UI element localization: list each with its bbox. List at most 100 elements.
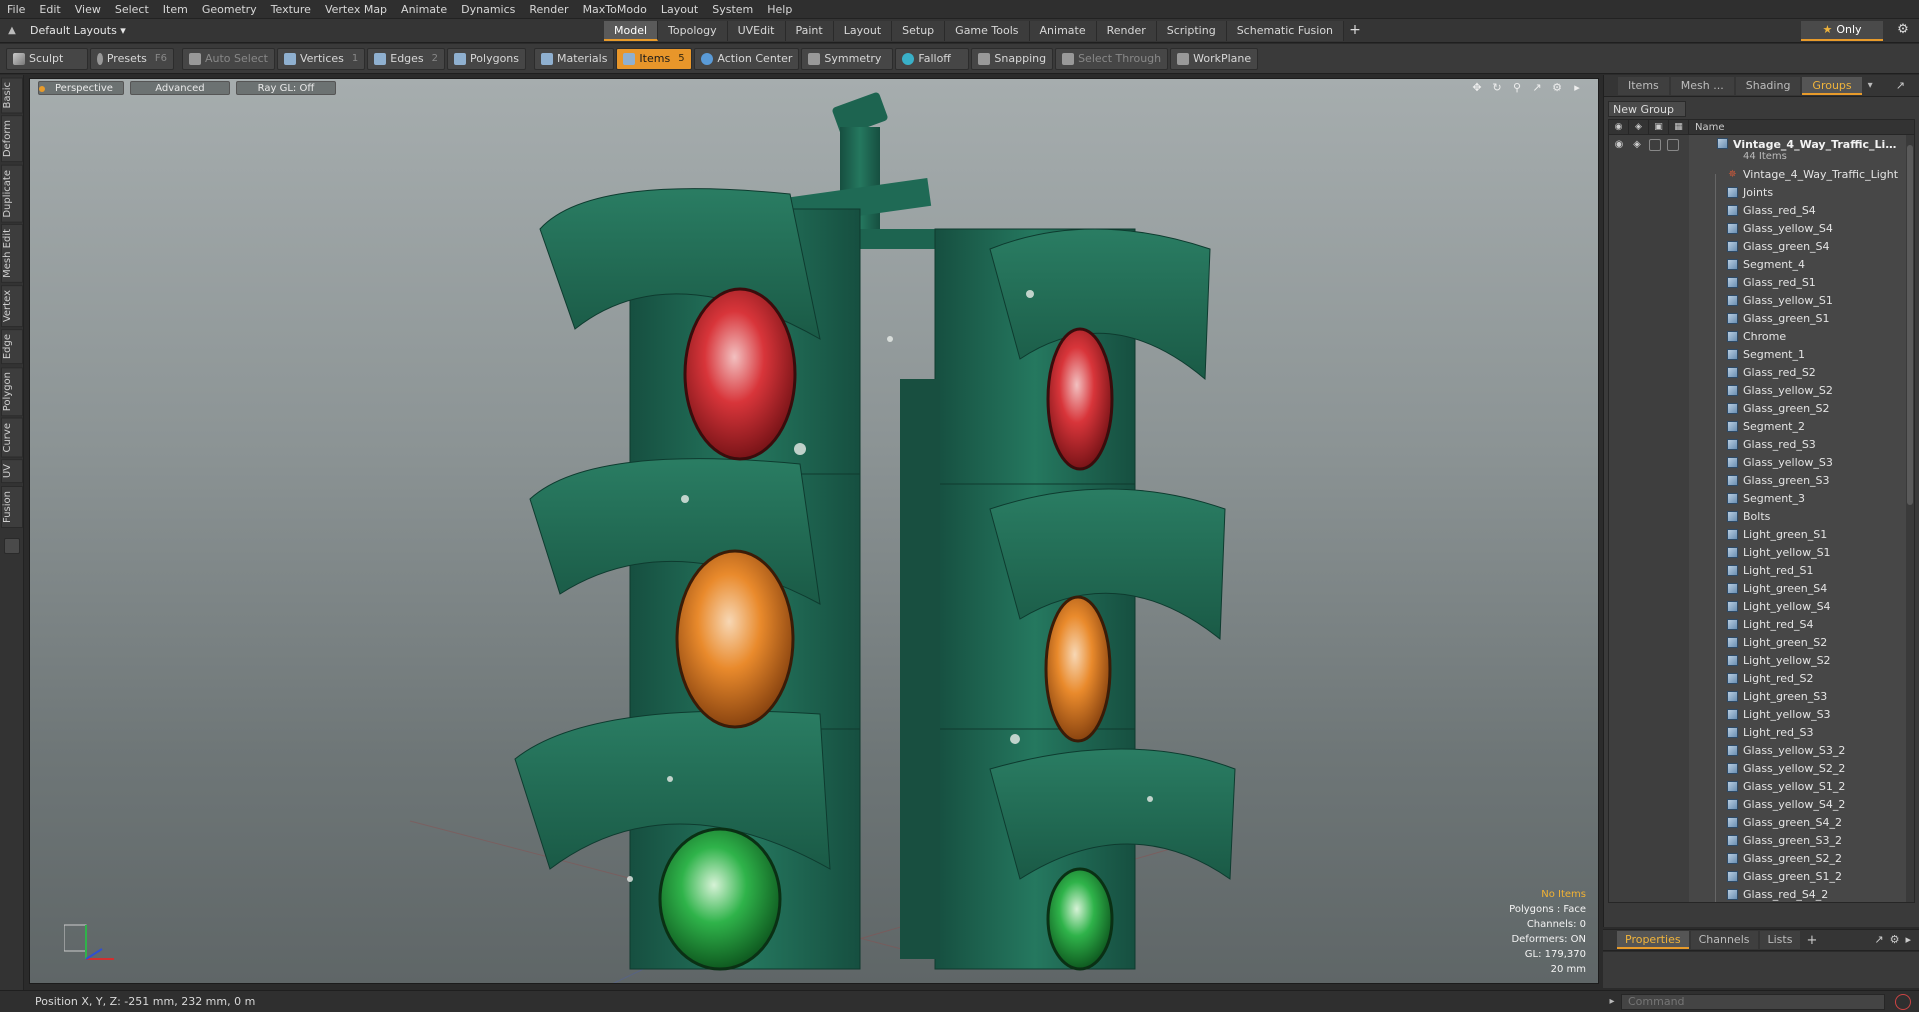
left-tab-fusion[interactable]: Fusion — [1, 485, 23, 528]
list-item[interactable]: Light_green_S2 — [1609, 633, 1914, 660]
list-item[interactable]: Glass_green_S3 — [1609, 471, 1914, 498]
list-item[interactable]: Light_yellow_S3 — [1609, 705, 1914, 732]
menu-animate[interactable]: Animate — [394, 0, 454, 19]
list-item[interactable]: Joints — [1609, 183, 1914, 210]
list-item[interactable]: Glass_red_S2 — [1609, 363, 1914, 390]
list-item[interactable]: Glass_green_S4_2 — [1609, 813, 1914, 840]
list-item[interactable]: Glass_yellow_S2 — [1609, 381, 1914, 408]
left-tab-deform[interactable]: Deform — [1, 115, 23, 163]
menu-file[interactable]: File — [0, 0, 32, 19]
select-col-icon[interactable]: ▦ — [1669, 120, 1689, 134]
tabs-more-icon[interactable]: ▾ — [1868, 80, 1873, 91]
list-item[interactable]: Light_yellow_S2 — [1609, 651, 1914, 678]
list-item[interactable]: Bolts — [1609, 507, 1914, 534]
group-row[interactable]: ◉ ◈ Vintage_4_Way_Traffic_Lig... 44 Item… — [1609, 135, 1914, 165]
lock-checkbox[interactable] — [1649, 139, 1661, 151]
lock-col-icon[interactable]: ▣ — [1649, 120, 1669, 134]
list-item[interactable]: Glass_red_S4_2 — [1609, 885, 1914, 902]
list-item[interactable]: Glass_red_S1 — [1609, 273, 1914, 300]
fit-icon[interactable]: ↗ — [1530, 81, 1544, 95]
list-item[interactable]: Light_yellow_S4 — [1609, 597, 1914, 624]
scroll-thumb[interactable] — [1907, 145, 1913, 505]
left-tab-basic[interactable]: Basic — [1, 77, 23, 114]
list-item[interactable]: Chrome — [1609, 327, 1914, 354]
list-item[interactable]: Glass_green_S1 — [1609, 309, 1914, 336]
list-item[interactable]: Glass_yellow_S3_2 — [1609, 741, 1914, 768]
tab-setup[interactable]: Setup — [892, 21, 946, 41]
tab-schematic-fusion[interactable]: Schematic Fusion — [1226, 21, 1345, 41]
left-bar-toggle[interactable] — [4, 537, 20, 554]
sculpt-button[interactable]: Sculpt — [6, 47, 88, 70]
list-item[interactable]: Segment_4 — [1609, 255, 1914, 282]
menu-system[interactable]: System — [705, 0, 760, 19]
name-column-header[interactable]: Name — [1689, 122, 1725, 133]
group-list-scrollbar[interactable] — [1906, 135, 1914, 902]
gear-icon[interactable]: ⚙ — [1895, 22, 1911, 38]
menu-layout[interactable]: Layout — [654, 0, 705, 19]
rtab-shading[interactable]: Shading — [1735, 76, 1801, 95]
new-group-button[interactable]: New Group — [1608, 101, 1686, 117]
list-item[interactable]: Glass_green_S1_2 — [1609, 867, 1914, 894]
rtab-items[interactable]: Items — [1618, 76, 1669, 95]
menu-vertex-map[interactable]: Vertex Map — [318, 0, 394, 19]
visibility-col-icon[interactable]: ◉ — [1609, 120, 1629, 134]
items-button[interactable]: Items 5 — [616, 47, 693, 70]
command-input[interactable] — [1621, 993, 1885, 1010]
list-item[interactable]: Light_green_S3 — [1609, 687, 1914, 714]
left-tab-mesh-edit[interactable]: Mesh Edit — [1, 224, 23, 284]
list-item[interactable]: Glass_green_S2_2 — [1609, 849, 1914, 876]
list-item[interactable]: Glass_yellow_S3 — [1609, 453, 1914, 480]
tab-paint[interactable]: Paint — [785, 21, 834, 41]
left-tab-polygon[interactable]: Polygon — [1, 366, 23, 416]
viewport-more-icon[interactable]: ▸ — [1570, 81, 1584, 95]
list-item[interactable]: Glass_yellow_S1_2 — [1609, 777, 1914, 804]
expand-properties-icon[interactable]: ↗ — [1874, 933, 1883, 946]
view-mode-dropdown[interactable]: Perspective — [38, 81, 124, 95]
list-item[interactable]: Glass_red_S4 — [1609, 201, 1914, 228]
menu-render[interactable]: Render — [522, 0, 575, 19]
left-tab-edge[interactable]: Edge — [1, 329, 23, 365]
render-col-icon[interactable]: ◈ — [1629, 120, 1649, 134]
list-item[interactable]: Segment_1 — [1609, 345, 1914, 372]
btab-properties[interactable]: Properties — [1617, 931, 1689, 949]
record-icon[interactable] — [1895, 993, 1911, 1010]
menu-item[interactable]: Item — [156, 0, 195, 19]
list-item[interactable]: Light_red_S2 — [1609, 669, 1914, 696]
materials-button[interactable]: Materials — [534, 47, 615, 70]
snapping-button[interactable]: Snapping — [971, 47, 1054, 70]
layout-dropdown[interactable]: Default Layouts ▾ — [24, 24, 132, 37]
menu-texture[interactable]: Texture — [264, 0, 318, 19]
symmetry-button[interactable]: Symmetry — [801, 47, 894, 70]
eye-icon[interactable]: ◉ — [1613, 139, 1625, 151]
list-item[interactable]: Glass_green_S2 — [1609, 399, 1914, 426]
list-item[interactable]: Segment_2 — [1609, 417, 1914, 444]
vertices-button[interactable]: Vertices 1 — [276, 47, 366, 70]
list-item[interactable]: ✵ Vintage_4_Way_Traffic_Light — [1609, 165, 1914, 192]
rtab-groups[interactable]: Groups — [1802, 76, 1862, 95]
select-through-button[interactable]: Select Through — [1055, 47, 1169, 70]
menu-maxtomodo[interactable]: MaxToModo — [576, 0, 654, 19]
render-icon[interactable]: ◈ — [1631, 139, 1643, 151]
workplane-button[interactable]: WorkPlane — [1170, 47, 1259, 70]
layout-collapse-icon[interactable]: ▲ — [0, 20, 24, 42]
btab-lists[interactable]: Lists — [1759, 931, 1801, 949]
tab-render[interactable]: Render — [1096, 21, 1157, 41]
list-item[interactable]: Light_red_S4 — [1609, 615, 1914, 642]
menu-select[interactable]: Select — [108, 0, 156, 19]
select-checkbox[interactable] — [1667, 139, 1679, 151]
viewport-settings-icon[interactable]: ⚙ — [1550, 81, 1564, 95]
menu-dynamics[interactable]: Dynamics — [454, 0, 522, 19]
menu-help[interactable]: Help — [760, 0, 799, 19]
presets-button[interactable]: Presets F6 — [90, 47, 174, 70]
auto-select-button[interactable]: Auto Select — [182, 47, 275, 70]
menu-view[interactable]: View — [68, 0, 108, 19]
shading-dropdown[interactable]: Advanced — [129, 81, 230, 95]
menu-edit[interactable]: Edit — [32, 0, 67, 19]
list-item[interactable]: Segment_3 — [1609, 489, 1914, 516]
list-item[interactable]: Glass_green_S3_2 — [1609, 831, 1914, 858]
tab-scripting[interactable]: Scripting — [1156, 21, 1227, 41]
btab-channels[interactable]: Channels — [1690, 931, 1758, 949]
rtab-mesh-[interactable]: Mesh ... — [1670, 76, 1734, 95]
list-item[interactable]: Light_yellow_S1 — [1609, 543, 1914, 570]
3d-viewport[interactable]: Perspective Advanced Ray GL: Off ✥ ↻ ⚲ ↗… — [29, 78, 1599, 984]
